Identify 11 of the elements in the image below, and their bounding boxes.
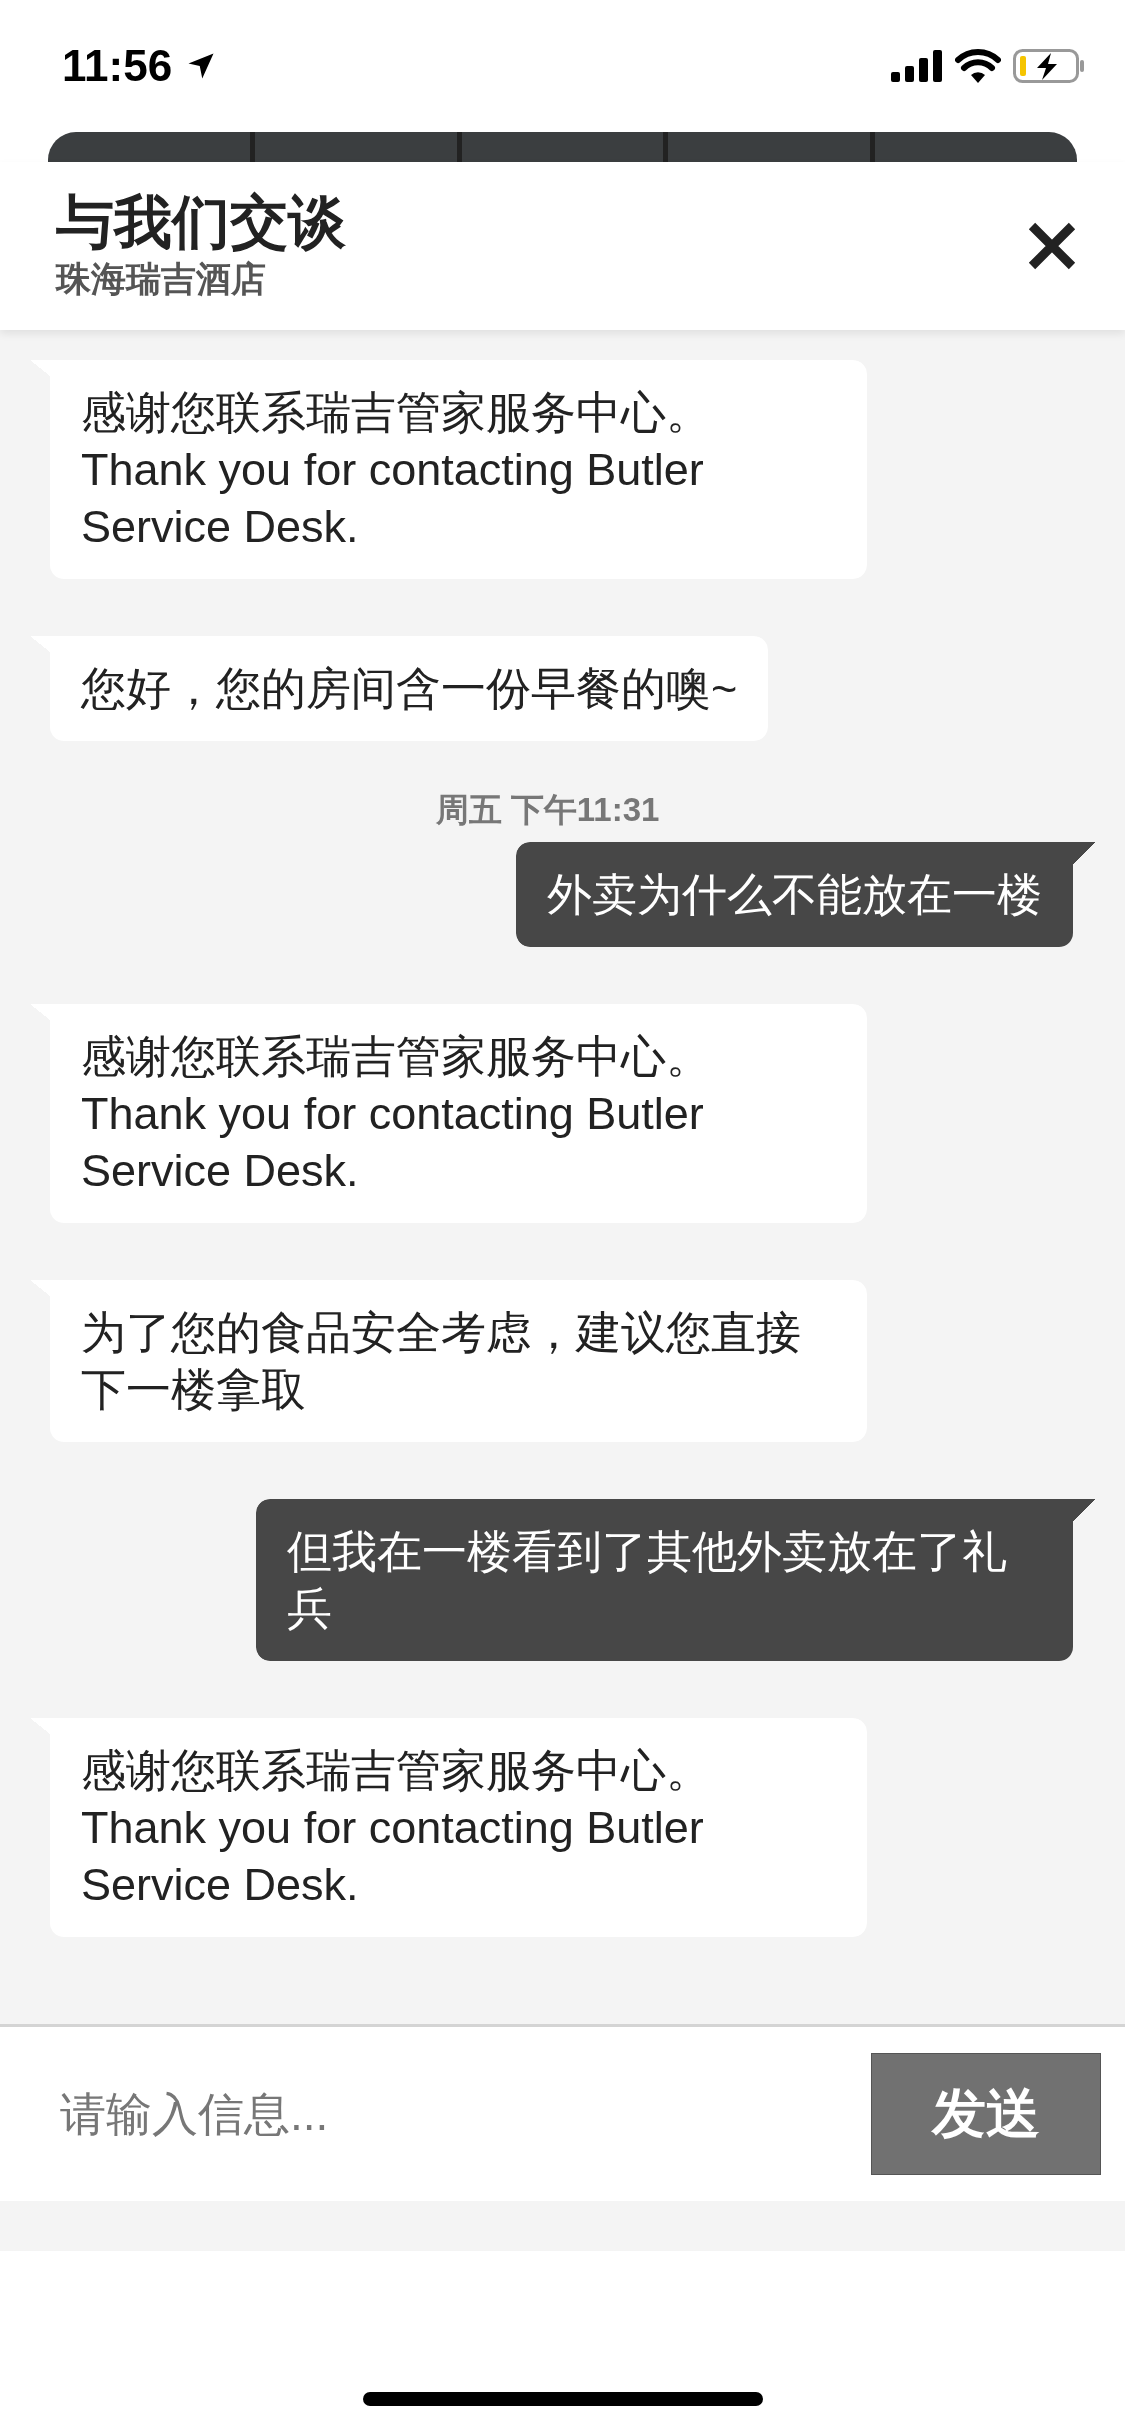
send-button[interactable]: 发送 — [871, 2053, 1101, 2175]
battery-charging-icon — [1013, 49, 1085, 83]
signal-icon — [891, 50, 943, 82]
close-icon — [1027, 221, 1077, 271]
message-timestamp: 周五 下午11:31 — [435, 790, 660, 830]
status-time: 11:56 — [62, 41, 173, 91]
hotel-name: 珠海瑞吉酒店 — [56, 257, 267, 300]
message-input[interactable]: 请输入信息... — [58, 2086, 851, 2142]
close-button[interactable] — [1027, 221, 1077, 271]
wifi-icon — [955, 49, 1001, 83]
chat-title: 与我们交谈 — [56, 189, 347, 256]
